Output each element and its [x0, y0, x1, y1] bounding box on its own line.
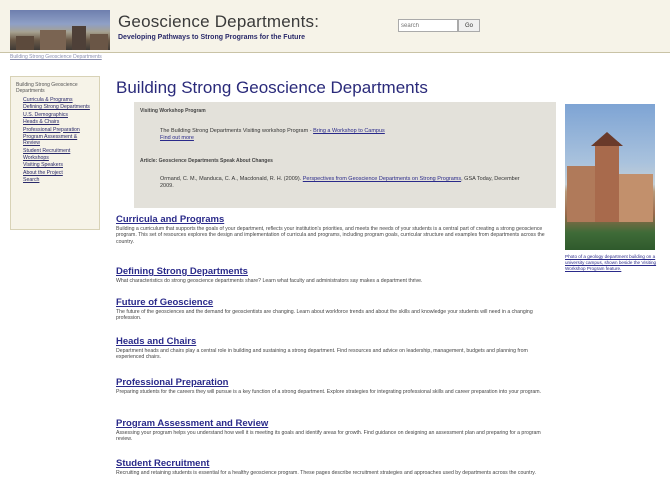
section-title-professional[interactable]: Professional Preparation: [116, 377, 556, 388]
featured-text-article: Ormand, C. M., Manduca, C. A., Macdonald…: [160, 176, 530, 190]
find-out-more-link[interactable]: Find out more: [160, 135, 194, 141]
section-curricula: Curricula and Programs Building a curric…: [116, 214, 556, 245]
sidebar-item-recruitment[interactable]: Student Recruitment: [23, 148, 93, 154]
section-text-defining: What characteristics do strong geoscienc…: [116, 278, 423, 284]
section-title-assessment[interactable]: Program Assessment and Review: [116, 418, 556, 429]
department-building-photo: [565, 104, 655, 250]
sidebar-item-heads-chairs[interactable]: Heads & Chairs: [23, 119, 93, 125]
workshop-link[interactable]: Bring a Workshop to Campus: [313, 128, 385, 134]
article-link[interactable]: Perspectives from Geoscience Departments…: [303, 176, 461, 182]
featured-text-workshop: The Building Strong Departments Visiting…: [160, 128, 530, 142]
section-text-heads: Department heads and chairs play a centr…: [116, 348, 528, 361]
section-title-curricula[interactable]: Curricula and Programs: [116, 214, 556, 225]
section-future: Future of Geoscience The future of the g…: [116, 297, 556, 322]
sidebar-item-curricula[interactable]: Curricula & Programs: [23, 97, 93, 103]
section-professional: Professional Preparation Preparing stude…: [116, 377, 556, 395]
section-title-heads[interactable]: Heads and Chairs: [116, 336, 556, 347]
section-recruitment: Student Recruitment Recruiting and retai…: [116, 458, 556, 476]
section-text-recruitment: Recruiting and retaining students is ess…: [116, 470, 536, 476]
sidebar-item-defining-strong[interactable]: Defining Strong Departments: [23, 104, 93, 110]
section-text-future: The future of the geosciences and the de…: [116, 309, 533, 322]
featured-box: Visiting Workshop Program The Building S…: [134, 102, 556, 208]
sidebar-item-professional-prep[interactable]: Professional Preparation: [23, 127, 93, 133]
sidebar-item-assessment[interactable]: Program Assessment & Review: [23, 134, 93, 146]
sidebar-item-demographics[interactable]: U.S. Demographics: [23, 112, 93, 118]
featured-label-article: Article: Geoscience Departments Speak Ab…: [140, 158, 273, 164]
section-title-recruitment[interactable]: Student Recruitment: [116, 458, 556, 469]
sidebar-item-search[interactable]: Search: [23, 177, 93, 183]
section-text-curricula: Building a curriculum that supports the …: [116, 226, 545, 245]
site-title[interactable]: Geoscience Departments:: [118, 12, 319, 32]
photo-caption[interactable]: Photo of a geology department building o…: [565, 254, 657, 272]
section-heads: Heads and Chairs Department heads and ch…: [116, 336, 556, 361]
sidebar-item-workshops[interactable]: Workshops: [23, 155, 93, 161]
section-title-defining[interactable]: Defining Strong Departments: [116, 266, 556, 277]
section-title-future[interactable]: Future of Geoscience: [116, 297, 556, 308]
sidebar-item-about[interactable]: About the Project: [23, 170, 93, 176]
article-citation: Ormand, C. M., Manduca, C. A., Macdonald…: [160, 176, 303, 182]
sidebar-list: Curricula & Programs Defining Strong Dep…: [11, 97, 99, 183]
header-banner-photo: [10, 10, 110, 50]
breadcrumb[interactable]: Building Strong Geoscience Departments: [10, 54, 102, 60]
sidebar-item-speakers[interactable]: Visiting Speakers: [23, 162, 93, 168]
page-title: Building Strong Geoscience Departments: [116, 78, 428, 97]
section-assessment: Program Assessment and Review Assessing …: [116, 418, 556, 443]
search-input[interactable]: [398, 19, 458, 32]
featured-text-workshop-body: The Building Strong Departments Visiting…: [160, 128, 314, 134]
section-defining: Defining Strong Departments What charact…: [116, 266, 556, 284]
site-header: Geoscience Departments: Developing Pathw…: [0, 0, 670, 53]
section-text-professional: Preparing students for the careers they …: [116, 389, 542, 395]
section-text-assessment: Assessing your program helps you underst…: [116, 430, 541, 443]
site-subtitle: Developing Pathways to Strong Programs f…: [118, 34, 306, 41]
sidebar-heading[interactable]: Building Strong Geoscience Departments: [16, 82, 94, 94]
search-button[interactable]: Go: [458, 19, 480, 32]
sidebar-nav: Building Strong Geoscience Departments C…: [10, 76, 100, 230]
featured-label-workshop: Visiting Workshop Program: [140, 108, 206, 114]
